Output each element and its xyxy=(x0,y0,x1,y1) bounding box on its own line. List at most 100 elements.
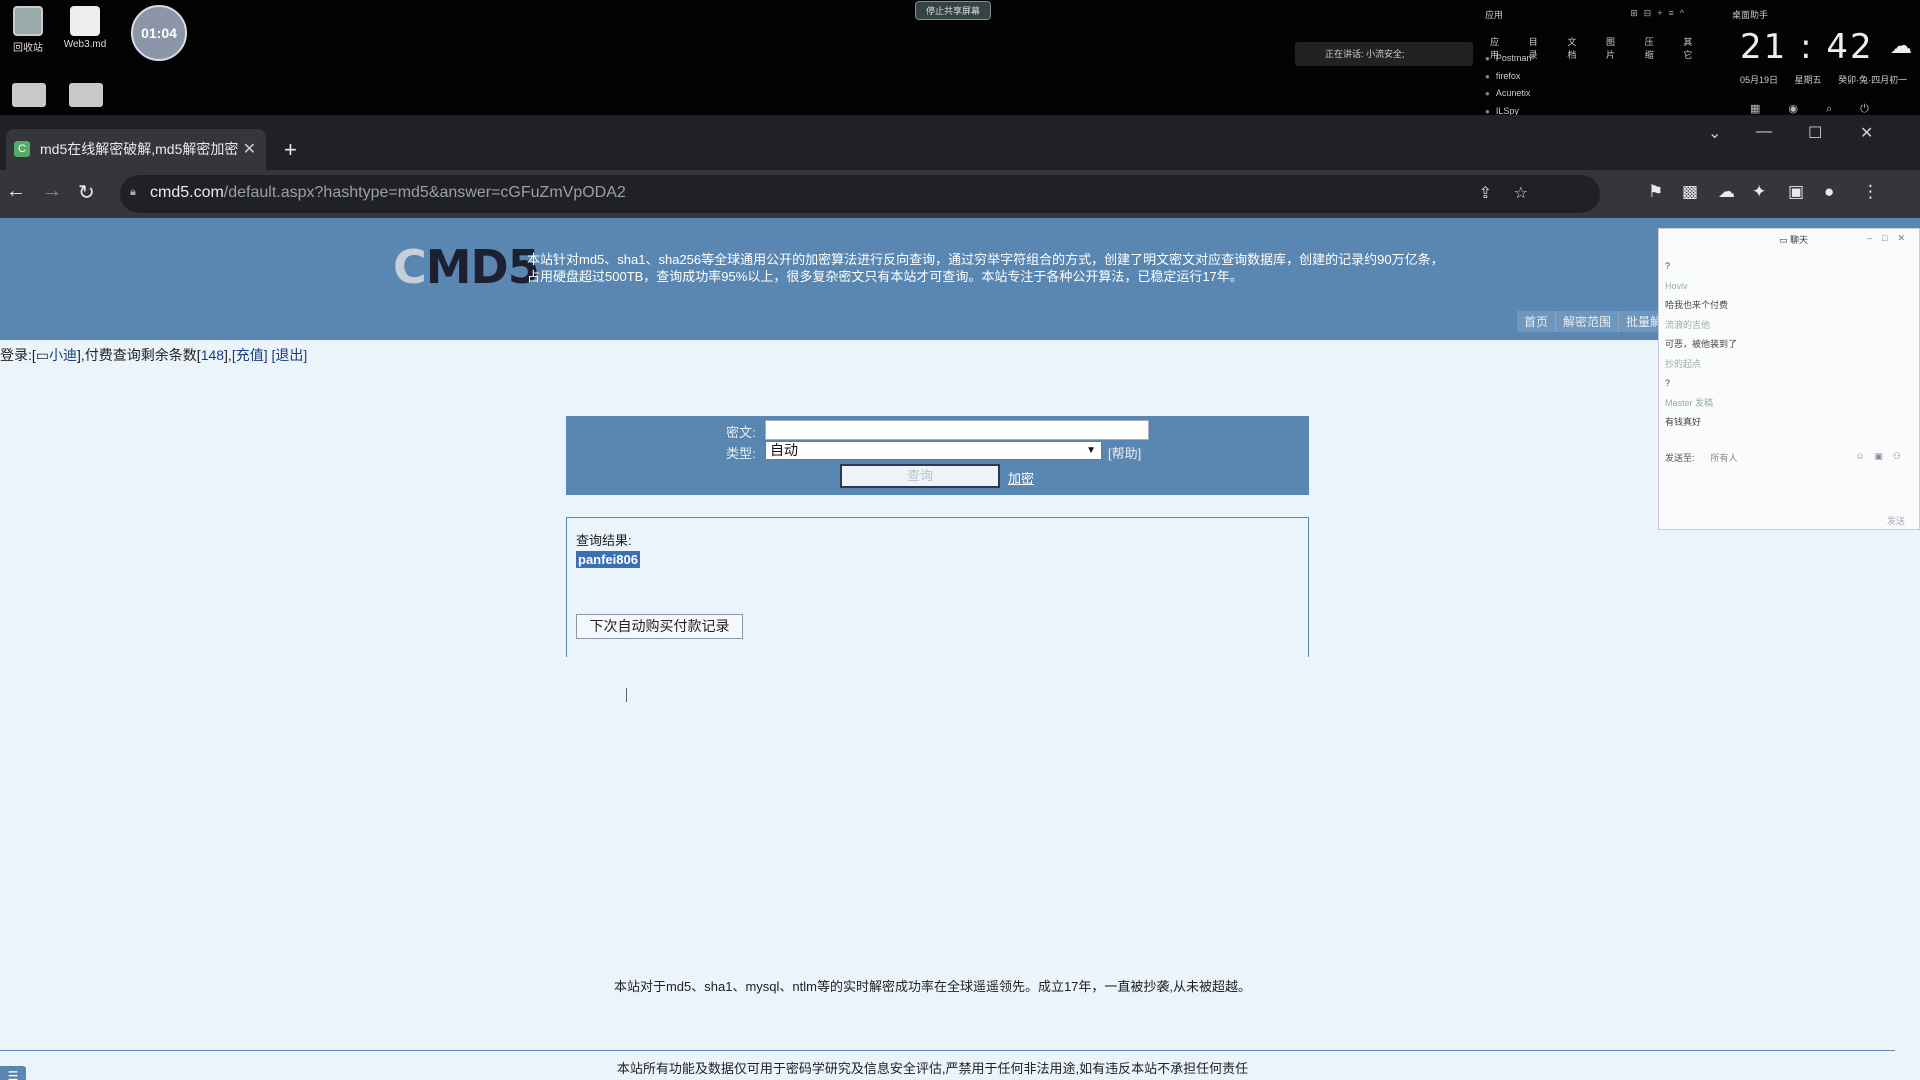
query-button[interactable]: 查询 xyxy=(840,464,1000,488)
time-panel-controls[interactable]: ▦◉⌕⏻ xyxy=(1750,102,1897,116)
date-display: 05月19日 星期五 癸卯·兔·四月初一 xyxy=(1740,73,1907,86)
result-label: 查询结果: xyxy=(576,533,632,548)
share-icon[interactable]: ⇪ xyxy=(1479,183,1492,203)
nav-link-range[interactable]: 解密范围 xyxy=(1556,311,1620,332)
minimize-icon[interactable]: — xyxy=(1756,123,1772,141)
launcher-apps: Postman firefox Acunetix ILSpy xyxy=(1485,50,1532,120)
chat-messages: ? Hoviv 哈我也来个付费 流浪的吉他 可恶，被他装到了 抄的起点 ? Ma… xyxy=(1665,257,1737,433)
chat-title: ▭ 聊天 xyxy=(1779,235,1809,245)
chat-sender: 流浪的吉他 xyxy=(1665,319,1711,330)
site-intro: 本站针对md5、sha1、sha256等全球通用公开的加密算法进行反向查询，通过… xyxy=(527,251,1487,285)
launcher-header: 应用 xyxy=(1485,10,1504,20)
close-tab-icon[interactable]: ✕ xyxy=(243,129,256,170)
launcher-app[interactable]: firefox xyxy=(1485,68,1531,86)
close-window-icon[interactable]: ✕ xyxy=(1860,123,1873,143)
chat-message: 可恶，被他装到了 xyxy=(1665,339,1738,349)
new-tab-button[interactable]: + xyxy=(284,129,297,170)
folder-icon[interactable] xyxy=(69,83,103,107)
bookmark-star-icon[interactable]: ☆ xyxy=(1514,183,1528,203)
sidepanel-icon[interactable]: ▣ xyxy=(1788,182,1804,202)
stop-share-button[interactable]: 停止共享屏幕 xyxy=(915,1,992,20)
footer-disclaimer: 本站所有功能及数据仅可用于密码学研究及信息安全评估,严禁用于任何非法用途,如有违… xyxy=(616,1061,1249,1076)
launcher-category[interactable]: 其它 xyxy=(1683,35,1700,61)
url-host: cmd5.com xyxy=(150,184,224,201)
address-bar[interactable]: 🔒︎ cmd5.com/default.aspx?hashtype=md5&an… xyxy=(120,175,1600,213)
chat-sender: Master 发稿 xyxy=(1665,397,1714,408)
site-nav: 首页 解密范围 批量解 xyxy=(1517,311,1671,332)
date-value: 05月19日 xyxy=(1740,75,1779,85)
maximize-icon[interactable]: ☐ xyxy=(1808,123,1822,143)
purchase-record-button[interactable]: 下次自动购买付款记录 xyxy=(576,614,743,639)
logout-link[interactable]: [退出] xyxy=(272,347,308,363)
cipher-label: 密文: xyxy=(726,425,756,440)
cipher-input[interactable] xyxy=(765,420,1149,440)
site-favicon-icon: C xyxy=(14,141,30,157)
launcher-app[interactable]: Acunetix xyxy=(1485,85,1531,103)
chat-sender: 抄的起点 xyxy=(1665,358,1702,369)
recycle-bin-icon xyxy=(13,6,43,36)
document-icon xyxy=(70,6,100,36)
send-button[interactable]: 发送 xyxy=(1887,514,1905,527)
chat-toolbar[interactable]: ☺▣⚇ xyxy=(1855,451,1911,462)
help-link[interactable]: [帮助] xyxy=(1108,443,1141,462)
qr-extension-icon[interactable]: ▩ xyxy=(1682,182,1698,202)
recycle-bin-desktop-icon[interactable]: 回收站 xyxy=(0,6,56,54)
chat-window-controls[interactable]: –□✕ xyxy=(1867,233,1915,244)
puzzle-icon[interactable]: ✦ xyxy=(1752,182,1766,202)
time-panel: 桌面助手 21 : 42 ☁ 05月19日 星期五 癸卯·兔·四月初一 ▦◉⌕⏻ xyxy=(1730,5,1920,116)
web3-file-desktop-icon[interactable]: Web3.md xyxy=(57,6,113,50)
recharge-link[interactable]: [充值] xyxy=(232,347,268,363)
encrypt-link[interactable]: 加密 xyxy=(1008,468,1034,487)
remaining-count: 148 xyxy=(200,347,225,363)
launcher-tools: ⊞⊟+≡^ xyxy=(1630,8,1690,18)
tab-title: md5在线解密破解,md5解密加密 xyxy=(40,141,239,157)
weekday-value: 星期五 xyxy=(1794,75,1822,85)
time-panel-label: 桌面助手 xyxy=(1732,10,1769,20)
result-value[interactable]: panfei806 xyxy=(576,551,640,568)
forward-icon[interactable]: → xyxy=(42,180,62,203)
launcher-category[interactable]: 压缩 xyxy=(1645,35,1662,61)
launcher-category[interactable]: 图片 xyxy=(1606,35,1623,61)
back-icon[interactable]: ← xyxy=(6,180,26,203)
user-avatar-icon: ▭ xyxy=(35,347,50,363)
lunar-value: 癸卯·兔·四月初一 xyxy=(1838,75,1908,85)
site-logo[interactable]: CMD5 xyxy=(393,240,540,294)
folder-icon[interactable] xyxy=(12,83,46,107)
app-launcher: 应用 ⊞⊟+≡^ 应用 目录 文档 图片 压缩 其它 Postman firef… xyxy=(1480,5,1700,116)
result-panel: 查询结果: panfei806 下次自动购买付款记录 xyxy=(566,517,1309,657)
launcher-category[interactable]: 文档 xyxy=(1567,35,1584,61)
login-username[interactable]: 小迪 xyxy=(49,347,77,363)
browser-window: C md5在线解密破解,md5解密加密 ✕ + ⌄ — ☐ ✕ ← → ↻ 🔒︎… xyxy=(0,115,1920,1080)
chat-message: ? xyxy=(1665,261,1671,271)
footer-claim: 本站对于md5、sha1、mysql、ntlm等的实时解密成功率在全球遥遥领先。… xyxy=(613,979,1252,994)
menu-kebab-icon[interactable]: ⋮ xyxy=(1862,182,1879,202)
type-label: 类型: xyxy=(726,446,756,461)
tab-strip: C md5在线解密破解,md5解密加密 ✕ + ⌄ — ☐ ✕ xyxy=(0,115,1920,170)
hash-type-select[interactable]: 自动 ▼ xyxy=(765,441,1102,460)
reload-icon[interactable]: ↻ xyxy=(78,180,95,205)
chat-message: 哈我也来个付费 xyxy=(1665,300,1729,310)
page-content: CMD5 本站针对md5、sha1、sha256等全球通用公开的加密算法进行反向… xyxy=(0,218,1920,1080)
cloud-extension-icon[interactable]: ☁ xyxy=(1718,182,1735,202)
tab-search-icon[interactable]: ⌄ xyxy=(1708,123,1721,143)
time-display: 21 : 42 xyxy=(1740,27,1874,67)
side-menu-icon[interactable]: ☰ xyxy=(0,1066,26,1080)
launcher-app[interactable]: Postman xyxy=(1485,50,1532,68)
text-cursor-icon xyxy=(626,688,636,702)
chat-message: ? xyxy=(1665,378,1671,388)
url-text[interactable]: cmd5.com/default.aspx?hashtype=md5&answe… xyxy=(150,184,626,202)
send-to-row: 发送至: 所有人 xyxy=(1665,451,1738,464)
send-to-label: 发送至: xyxy=(1665,453,1695,463)
login-mid: ],付费查询剩余条数[ xyxy=(77,347,201,363)
nav-link-home[interactable]: 首页 xyxy=(1517,311,1557,332)
browser-tab[interactable]: C md5在线解密破解,md5解密加密 ✕ xyxy=(6,129,266,170)
login-prefix: 登录:[ xyxy=(0,347,36,363)
send-to-select[interactable]: 所有人 xyxy=(1711,453,1738,463)
chevron-down-icon: ▼ xyxy=(1086,445,1096,456)
clock-widget: 01:04 xyxy=(131,5,187,61)
hash-type-value: 自动 xyxy=(770,442,798,458)
extension-icon[interactable]: ⚑ xyxy=(1648,182,1663,202)
chat-window: ▭ 聊天 –□✕ ? Hoviv 哈我也来个付费 流浪的吉他 可恶，被他装到了 … xyxy=(1658,228,1920,530)
cloud-icon: ☁ xyxy=(1890,33,1912,58)
profile-icon[interactable]: ● xyxy=(1824,182,1834,202)
